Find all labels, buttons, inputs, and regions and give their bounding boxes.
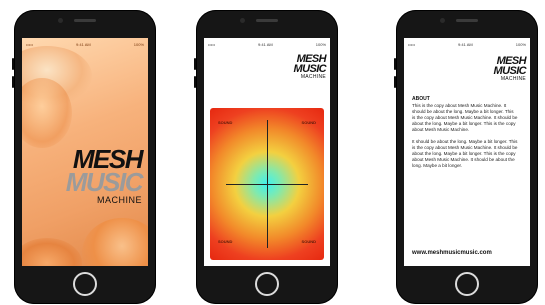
signal-indicator: •••••: [408, 41, 416, 47]
front-camera: [440, 18, 445, 23]
logo-word-machine: MACHINE: [500, 76, 526, 82]
volume-button: [394, 76, 396, 88]
volume-button: [194, 76, 196, 88]
battery-indicator: 100%: [515, 41, 526, 47]
website-link[interactable]: www.meshmusicmusic.com: [412, 250, 526, 256]
phone-splash: ••••• 9:41 AM 100% MESH MUSIC MACHINE: [12, 10, 156, 304]
logo-word-machine: MACHINE: [300, 74, 326, 80]
signal-indicator: •••••: [208, 41, 216, 47]
home-button[interactable]: [73, 272, 97, 296]
about-screen: ••••• 9:41 AM 100% MESH MUSIC MACHINE AB…: [404, 38, 530, 266]
status-bar: ••••• 9:41 AM 100%: [204, 40, 330, 48]
jellyfish-image: [22, 238, 82, 266]
volume-button: [394, 58, 396, 70]
about-text: This is the copy about Mesh Music Machin…: [412, 103, 518, 175]
xy-touch-pad[interactable]: SOUND SOUND SOUND SOUND: [210, 108, 324, 260]
volume-button: [194, 58, 196, 70]
battery-indicator: 100%: [133, 41, 144, 47]
front-camera: [58, 18, 63, 23]
about-heading: ABOUT: [412, 96, 430, 102]
earpiece-speaker: [456, 19, 478, 22]
app-logo: MESH MUSIC MACHINE: [294, 54, 327, 80]
about-paragraph: It should be about the long. Maybe a bit…: [412, 139, 518, 168]
home-button[interactable]: [255, 272, 279, 296]
logo-word-music: MUSIC: [65, 167, 144, 197]
earpiece-speaker: [74, 19, 96, 22]
status-time: 9:41 AM: [458, 41, 473, 47]
about-paragraph: This is the copy about Mesh Music Machin…: [412, 103, 518, 132]
phone-pad: ••••• 9:41 AM 100% MESH MUSIC MACHINE SO…: [194, 10, 338, 304]
logo-word-machine: MACHINE: [96, 195, 142, 205]
pad-corner-label: SOUND: [301, 239, 316, 244]
crosshair-horizontal: [226, 184, 308, 185]
signal-indicator: •••••: [26, 41, 34, 47]
earpiece-speaker: [256, 19, 278, 22]
status-bar: ••••• 9:41 AM 100%: [404, 40, 530, 48]
battery-indicator: 100%: [315, 41, 326, 47]
app-logo: MESH MUSIC MACHINE: [65, 146, 144, 205]
volume-button: [12, 58, 14, 70]
pad-corner-label: SOUND: [218, 120, 233, 125]
front-camera: [240, 18, 245, 23]
status-time: 9:41 AM: [258, 41, 273, 47]
splash-screen[interactable]: ••••• 9:41 AM 100% MESH MUSIC MACHINE: [22, 38, 148, 266]
phone-about: ••••• 9:41 AM 100% MESH MUSIC MACHINE AB…: [394, 10, 538, 304]
jellyfish-image: [82, 218, 148, 266]
pad-screen: ••••• 9:41 AM 100% MESH MUSIC MACHINE SO…: [204, 38, 330, 266]
home-button[interactable]: [455, 272, 479, 296]
app-logo: MESH MUSIC MACHINE: [494, 56, 527, 82]
pad-corner-label: SOUND: [301, 120, 316, 125]
volume-button: [12, 76, 14, 88]
status-time: 9:41 AM: [76, 41, 91, 47]
pad-corner-label: SOUND: [218, 239, 233, 244]
